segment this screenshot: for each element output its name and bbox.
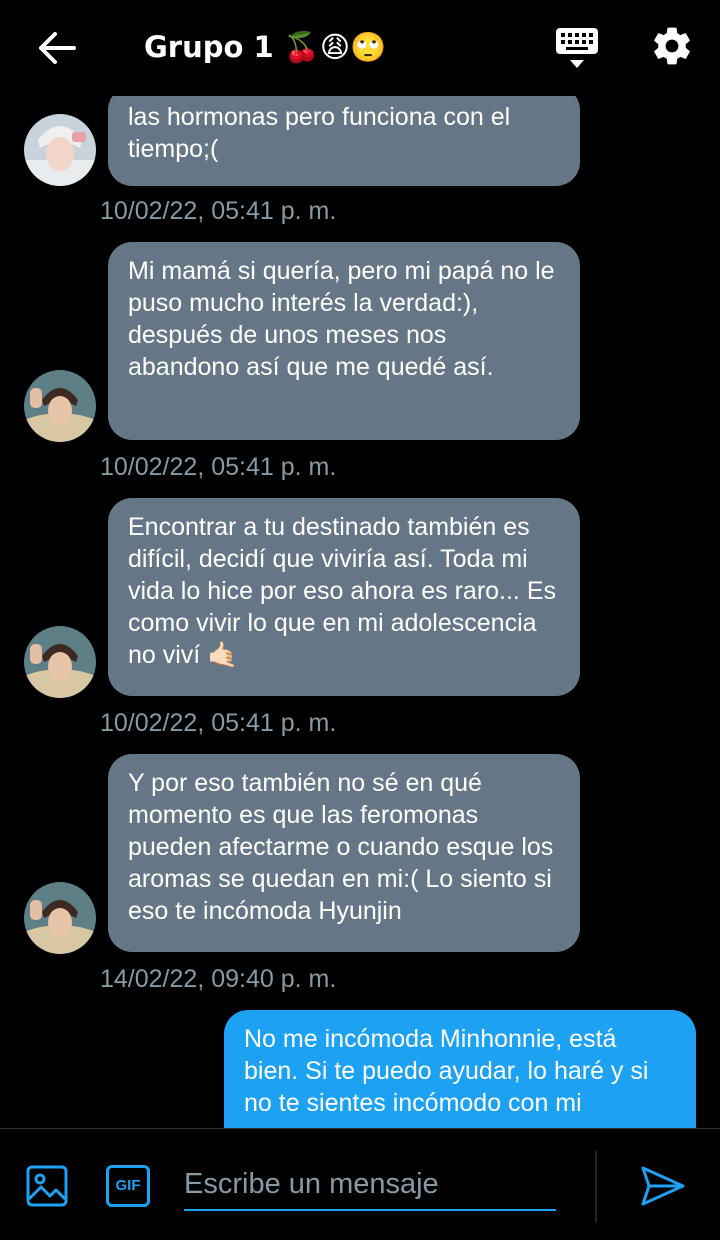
message-bubble-outgoing[interactable]: No me incómoda Minhonnie, está bien. Si … (224, 1010, 696, 1128)
send-icon[interactable] (640, 1165, 686, 1207)
message-bubble[interactable]: Mi mamá si quería, pero mi papá no le pu… (108, 242, 580, 440)
message-bubble[interactable]: Encontrar a tu destinado también es difí… (108, 498, 580, 696)
message-text: Y por eso también no sé en qué momento e… (128, 769, 554, 925)
image-icon[interactable] (26, 1165, 68, 1207)
message-timestamp: 14/02/22, 09:40 p. m. (100, 965, 337, 993)
message-composer: GIF (0, 1128, 720, 1240)
keyboard-icon[interactable] (554, 26, 600, 72)
message-bubble[interactable]: las hormonas pero funciona con el tiempo… (108, 96, 580, 186)
message-text: Encontrar a tu destinado también es difí… (128, 513, 557, 669)
message-bubble[interactable]: Y por eso también no sé en qué momento e… (108, 754, 580, 952)
message-text: las hormonas pero funciona con el tiempo… (128, 103, 511, 163)
avatar[interactable] (24, 882, 96, 954)
message-timestamp: 10/02/22, 05:41 p. m. (100, 709, 337, 737)
message-timestamp: 10/02/22, 05:41 p. m. (100, 197, 337, 225)
message-list[interactable]: las hormonas pero funciona con el tiempo… (0, 96, 720, 1128)
avatar[interactable] (24, 626, 96, 698)
gif-icon[interactable]: GIF (106, 1165, 150, 1207)
message-input[interactable] (184, 1159, 556, 1211)
message-timestamp: 10/02/22, 05:41 p. m. (100, 453, 337, 481)
chat-title: Grupo 1 🍒😩🙄 (144, 30, 387, 64)
avatar[interactable] (24, 114, 96, 186)
gear-icon[interactable] (650, 24, 694, 68)
divider (595, 1151, 597, 1223)
message-text: No me incómoda Minhonnie, está bien. Si … (244, 1025, 649, 1117)
back-arrow-icon[interactable] (34, 26, 78, 70)
message-text: Mi mamá si quería, pero mi papá no le pu… (128, 257, 555, 381)
avatar[interactable] (24, 370, 96, 442)
chat-header: Grupo 1 🍒😩🙄 (0, 0, 720, 96)
